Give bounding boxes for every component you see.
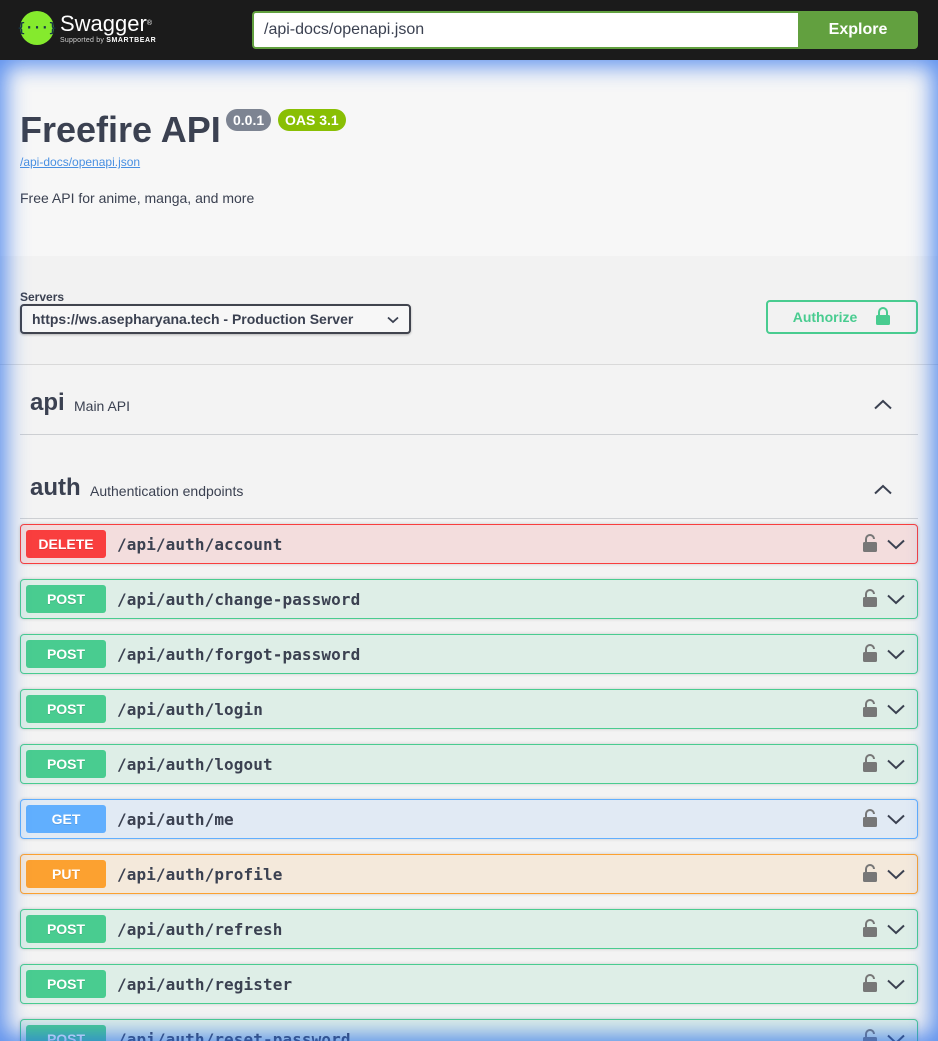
trademark-mark: ® — [146, 20, 153, 27]
tag-description: Main API — [74, 398, 131, 414]
api-title: Freefire API — [20, 109, 221, 150]
method-badge: POST — [26, 970, 106, 998]
method-badge: DELETE — [26, 530, 106, 558]
chevron-down-icon[interactable] — [887, 977, 905, 995]
method-badge: POST — [26, 585, 106, 613]
chevron-down-icon — [387, 311, 399, 327]
endpoint-path: /api/auth/register — [117, 975, 293, 994]
unlocked-padlock-icon[interactable] — [863, 919, 877, 942]
operation-row[interactable]: DELETE/api/auth/account — [20, 524, 918, 564]
operation-row[interactable]: POST/api/auth/refresh — [20, 909, 918, 949]
endpoint-path: /api/auth/logout — [117, 755, 273, 774]
chevron-down-icon[interactable] — [887, 867, 905, 885]
logo-title-text: Swagger — [60, 11, 147, 36]
chevron-down-icon[interactable] — [887, 922, 905, 940]
method-badge: POST — [26, 1025, 106, 1041]
oas-badge: OAS 3.1 — [278, 109, 346, 131]
spec-url-input[interactable] — [252, 11, 798, 49]
swagger-logo[interactable]: {···} Swagger® Supported by SMARTBEAR — [17, 11, 156, 51]
method-badge: PUT — [26, 860, 106, 888]
unlocked-padlock-icon[interactable] — [863, 644, 877, 667]
chevron-down-icon[interactable] — [887, 812, 905, 830]
tag-name: api — [30, 389, 65, 416]
unlocked-padlock-icon[interactable] — [863, 809, 877, 832]
method-badge: POST — [26, 750, 106, 778]
authorize-label: Authorize — [792, 309, 858, 325]
server-select[interactable]: https://ws.asepharyana.tech - Production… — [20, 304, 411, 334]
endpoint-path: /api/auth/me — [117, 810, 234, 829]
version-badge: 0.0.1 — [226, 109, 272, 131]
chevron-down-icon[interactable] — [887, 702, 905, 720]
scheme-container: Servers https://ws.asepharyana.tech - Pr… — [0, 256, 938, 365]
logo-subtitle: Supported by SMARTBEAR — [60, 37, 156, 44]
method-badge: GET — [26, 805, 106, 833]
endpoint-path: /api/auth/forgot-password — [117, 645, 361, 664]
unlocked-padlock-icon[interactable] — [863, 974, 877, 997]
logo-title: Swagger® — [60, 11, 156, 37]
authorize-button[interactable]: Authorize — [766, 300, 918, 334]
operation-row[interactable]: POST/api/auth/login — [20, 689, 918, 729]
method-badge: POST — [26, 640, 106, 668]
server-select-value: https://ws.asepharyana.tech - Production… — [32, 311, 354, 327]
operation-row[interactable]: POST/api/auth/forgot-password — [20, 634, 918, 674]
unlocked-padlock-icon[interactable] — [863, 864, 877, 887]
logo-text: Swagger® Supported by SMARTBEAR — [60, 11, 156, 44]
operation-row[interactable]: POST/api/auth/register — [20, 964, 918, 1004]
tag-description: Authentication endpoints — [90, 483, 244, 499]
endpoint-path: /api/auth/refresh — [117, 920, 283, 939]
operation-row[interactable]: GET/api/auth/me — [20, 799, 918, 839]
endpoint-path: /api/auth/login — [117, 700, 263, 719]
tag-section-api[interactable]: api Main API — [20, 365, 918, 435]
api-description: Free API for anime, manga, and more — [20, 190, 255, 206]
method-badge: POST — [26, 915, 106, 943]
unlocked-padlock-icon[interactable] — [863, 754, 877, 777]
chevron-up-icon[interactable] — [874, 397, 892, 415]
operation-row[interactable]: POST/api/auth/logout — [20, 744, 918, 784]
topbar: {···} Swagger® Supported by SMARTBEAR Ex… — [0, 0, 938, 60]
operation-row[interactable]: PUT/api/auth/profile — [20, 854, 918, 894]
endpoint-path: /api/auth/change-password — [117, 590, 361, 609]
servers-label: Servers — [20, 290, 65, 304]
unlocked-padlock-icon[interactable] — [863, 534, 877, 557]
chevron-down-icon[interactable] — [887, 537, 905, 555]
endpoint-path: /api/auth/reset-password — [117, 1030, 351, 1041]
logo-sub-prefix: Supported by — [60, 37, 105, 44]
tag-section-auth[interactable]: auth Authentication endpoints — [20, 450, 918, 519]
endpoint-path: /api/auth/account — [117, 535, 283, 554]
unlocked-padlock-icon[interactable] — [863, 1029, 877, 1041]
operation-row[interactable]: POST/api/auth/reset-password — [20, 1019, 918, 1041]
info-section: Freefire API 0.0.1 OAS 3.1 /api-docs/ope… — [0, 60, 938, 256]
swagger-logo-icon: {···} — [17, 11, 57, 45]
operation-row[interactable]: POST/api/auth/change-password — [20, 579, 918, 619]
unlocked-padlock-icon[interactable] — [863, 699, 877, 722]
method-badge: POST — [26, 695, 106, 723]
chevron-down-icon[interactable] — [887, 757, 905, 775]
chevron-down-icon[interactable] — [887, 592, 905, 610]
unlocked-padlock-icon[interactable] — [863, 589, 877, 612]
endpoint-path: /api/auth/profile — [117, 865, 283, 884]
explore-button[interactable]: Explore — [798, 11, 918, 49]
lock-icon — [875, 306, 891, 328]
spec-link[interactable]: /api-docs/openapi.json — [20, 155, 140, 169]
chevron-down-icon[interactable] — [887, 647, 905, 665]
chevron-up-icon[interactable] — [874, 482, 892, 500]
logo-sub-brand: SMARTBEAR — [106, 37, 157, 44]
tag-name: auth — [30, 474, 81, 501]
chevron-down-icon[interactable] — [887, 1032, 905, 1041]
